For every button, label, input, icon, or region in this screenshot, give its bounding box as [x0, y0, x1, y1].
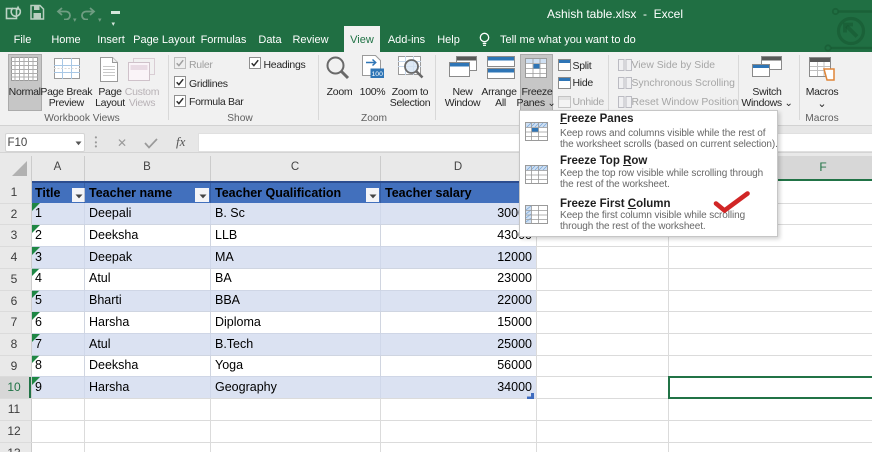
svg-text:100: 100 [372, 71, 384, 78]
